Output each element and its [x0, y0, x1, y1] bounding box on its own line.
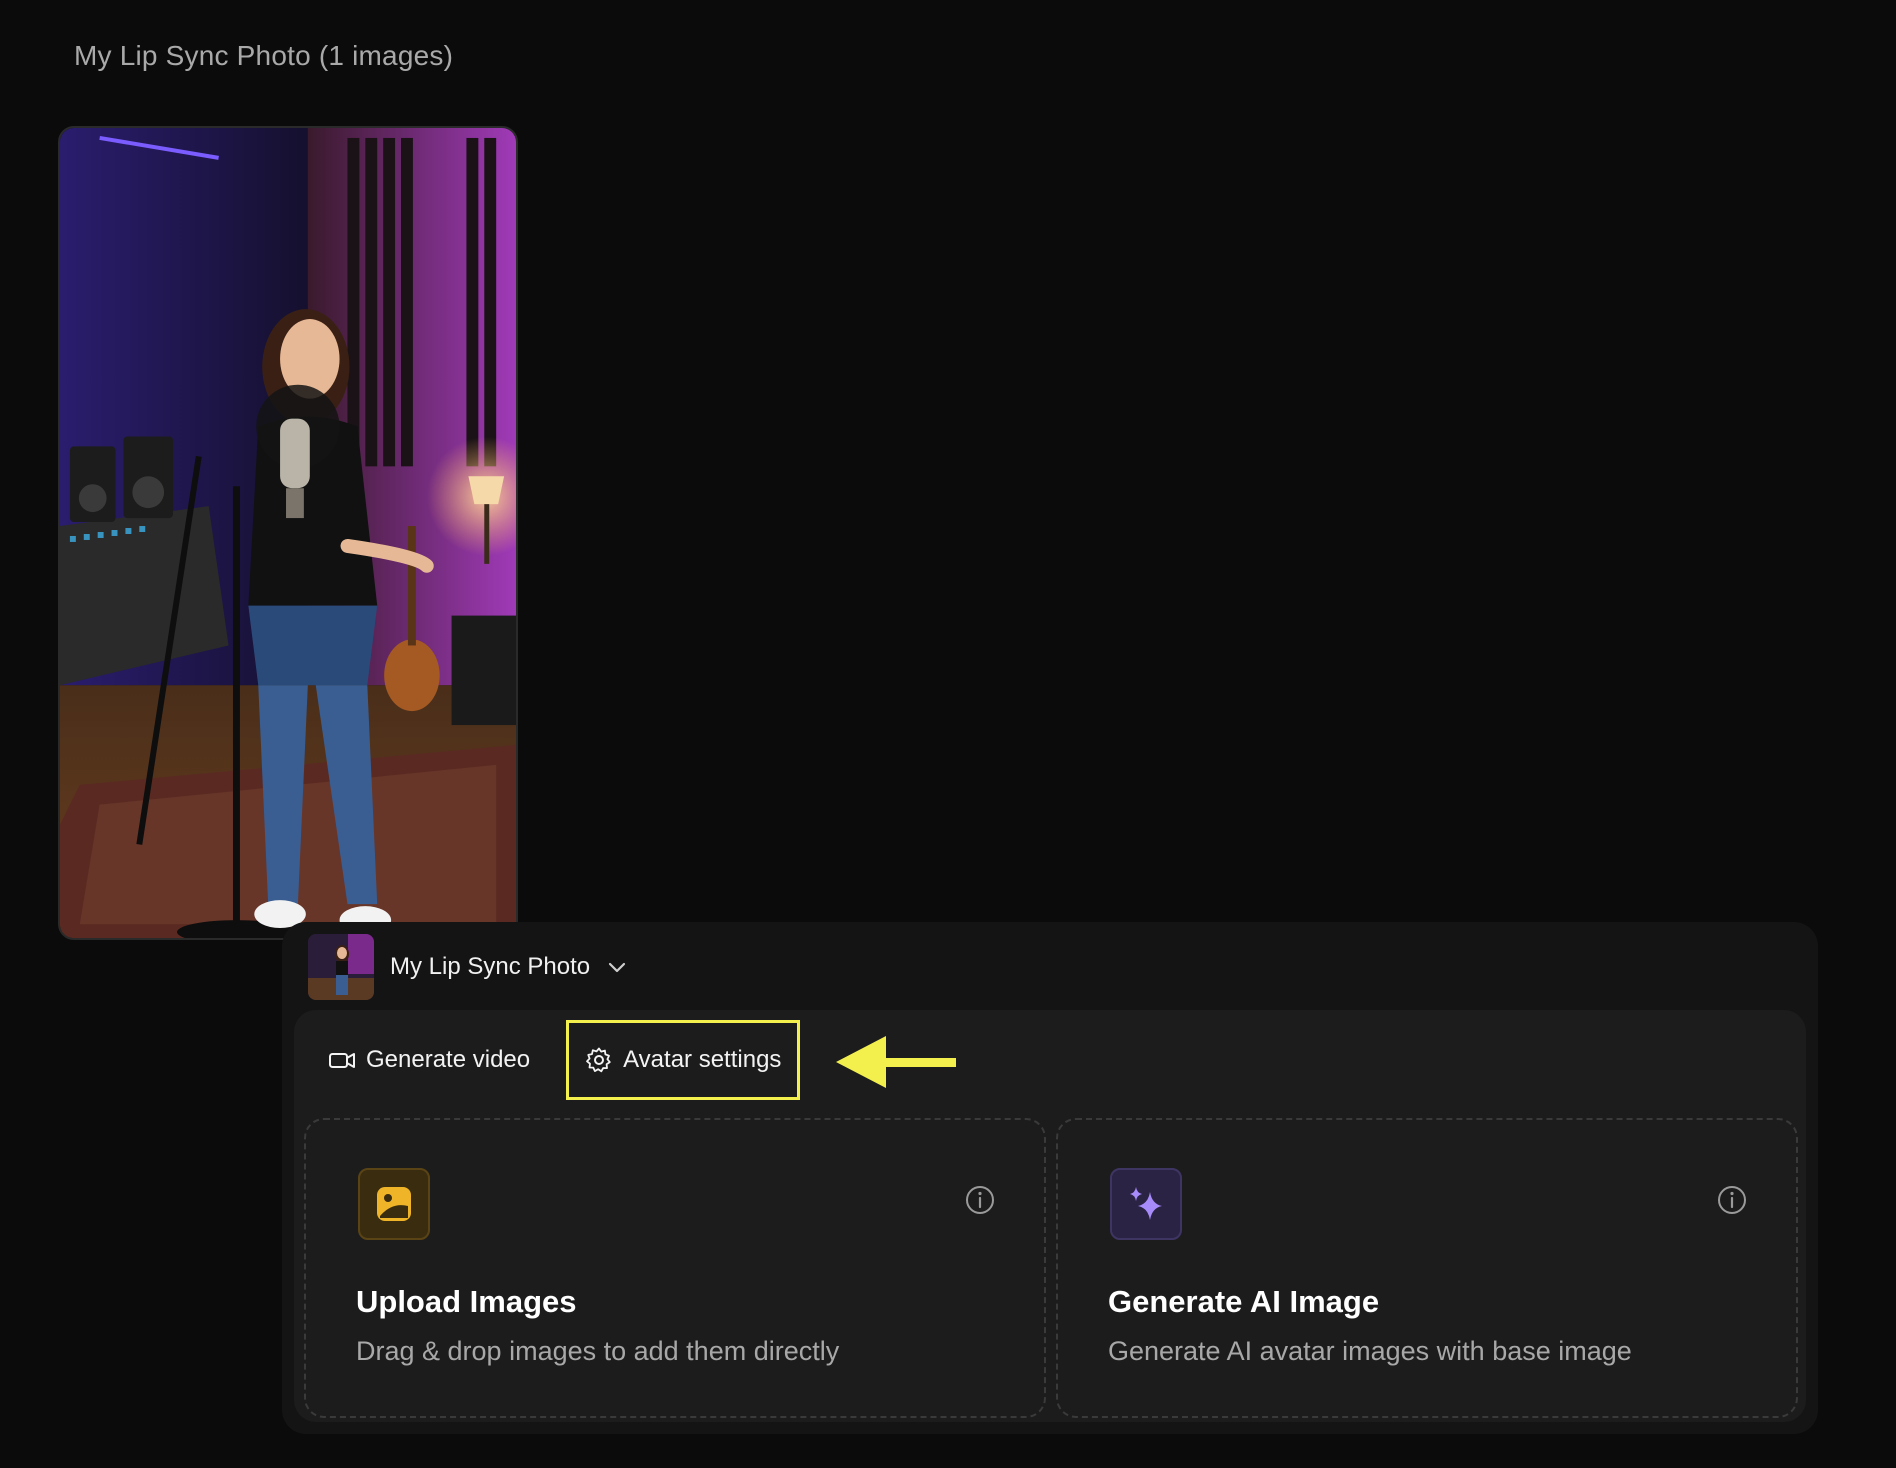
image-upload-icon	[358, 1168, 430, 1240]
panel-content: Generate video Avatar settings Upload Im…	[294, 1010, 1806, 1422]
avatar-selector[interactable]: My Lip Sync Photo	[308, 934, 628, 1000]
info-icon[interactable]	[964, 1184, 996, 1216]
chevron-down-icon[interactable]	[606, 956, 628, 978]
generate-video-label: Generate video	[366, 1046, 531, 1073]
avatar-settings-label: Avatar settings	[623, 1046, 782, 1073]
video-camera-icon	[328, 1046, 356, 1074]
avatar-settings-tab[interactable]: Avatar settings	[566, 1020, 801, 1100]
sparkles-icon	[1110, 1168, 1182, 1240]
generate-ai-image-description: Generate AI avatar images with base imag…	[1108, 1336, 1632, 1366]
avatar-panel: My Lip Sync Photo Generate video Avatar …	[282, 922, 1818, 1434]
singer-studio-photo	[60, 128, 516, 938]
info-icon[interactable]	[1716, 1184, 1748, 1216]
avatar-name: My Lip Sync Photo	[390, 953, 591, 980]
upload-images-description: Drag & drop images to add them directly	[356, 1336, 840, 1366]
generate-ai-image-title: Generate AI Image	[1108, 1284, 1380, 1319]
generate-ai-image-card[interactable]: Generate AI Image Generate AI avatar ima…	[1056, 1118, 1798, 1418]
upload-images-title: Upload Images	[356, 1284, 577, 1319]
arrow-left-icon	[836, 1036, 956, 1088]
generate-video-tab[interactable]: Generate video	[316, 1020, 542, 1100]
gallery-title: My Lip Sync Photo (1 images)	[74, 40, 454, 71]
avatar-thumbnail	[308, 934, 374, 1000]
action-tabs: Generate video Avatar settings	[316, 1018, 801, 1102]
gear-icon	[585, 1046, 613, 1074]
upload-images-card[interactable]: Upload Images Drag & drop images to add …	[304, 1118, 1046, 1418]
photo-card[interactable]	[58, 126, 518, 940]
page: My Lip Sync Photo (1 images) My Lip Sync…	[0, 0, 1896, 1468]
